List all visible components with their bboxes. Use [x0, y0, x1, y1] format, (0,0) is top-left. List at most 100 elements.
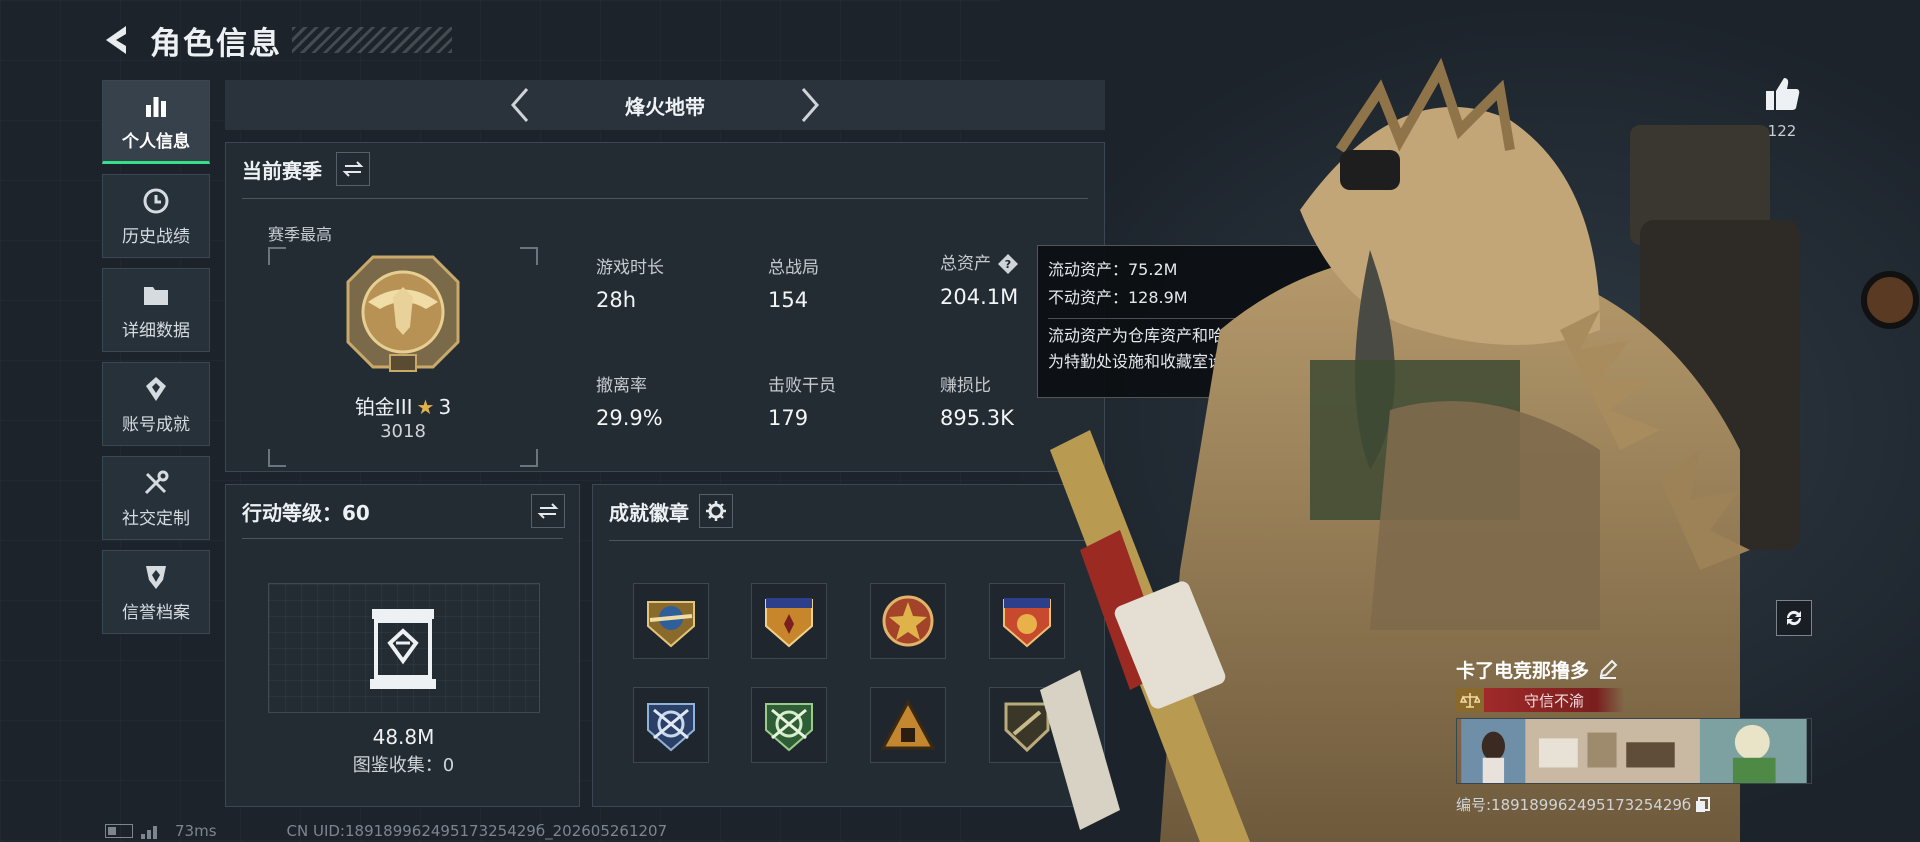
ping-value: 73ms	[175, 822, 217, 840]
divider	[609, 540, 1088, 541]
sidebar-item-label: 社交定制	[122, 508, 190, 529]
season-peak-label: 赛季最高	[268, 225, 333, 244]
stat-value: 29.9%	[596, 406, 663, 430]
action-level-panel: 行动等级：60 48.8M 图鉴收集：0	[225, 484, 580, 807]
stat-label: 总战局	[768, 258, 819, 278]
divider	[242, 538, 563, 539]
sidebar: 个人信息 历史战绩 详细数据 账号成就 社交定制 信誉档案	[102, 80, 210, 644]
title-decoration	[292, 27, 452, 53]
rank-name-line: 铂金III ★ 3	[268, 391, 538, 420]
stat-label: 总资产?	[940, 249, 1019, 275]
stat-label: 赚损比	[940, 376, 991, 396]
back-icon[interactable]	[100, 22, 136, 58]
help-icon[interactable]: ?	[997, 253, 1019, 275]
stat-total-matches: 总战局 154	[768, 253, 819, 312]
copy-icon[interactable]	[1695, 796, 1711, 813]
sidebar-item-label: 历史战绩	[122, 226, 190, 247]
switch-icon	[342, 161, 364, 177]
collection-count: 图鉴收集：0	[352, 755, 455, 776]
badges-panel-header: 成就徽章	[609, 493, 733, 529]
edit-icon[interactable]	[1597, 658, 1619, 680]
switch-icon	[537, 503, 559, 519]
clock-icon	[143, 188, 169, 213]
thumbs-up-icon	[1766, 78, 1800, 110]
stat-label: 击败干员	[768, 376, 836, 396]
like-count: 122	[1767, 122, 1797, 140]
season-title: 当前赛季	[242, 158, 322, 183]
badges-settings-button[interactable]	[699, 494, 733, 528]
badges-title: 成就徽章	[609, 500, 689, 525]
stat-play-time: 游戏时长 28h	[596, 253, 664, 312]
level-title: 行动等级：60	[242, 500, 370, 525]
level-switch-button[interactable]	[531, 494, 565, 528]
badge-7[interactable]	[870, 687, 946, 763]
player-profile-card: 卡了电竞那撸多 守信不渝 编号:18918996249517325429б	[1456, 654, 1816, 815]
shield-icon	[146, 565, 166, 589]
wing-badge-icon	[647, 601, 695, 648]
star-shield-badge-icon	[765, 598, 813, 648]
mode-selector: 烽火地带	[225, 80, 1105, 130]
rank-frame: 铂金III ★ 3 3018	[268, 247, 538, 467]
achievement-badges-panel: 成就徽章	[592, 484, 1105, 807]
badge-2[interactable]	[751, 583, 827, 659]
page-header: 角色信息	[100, 18, 452, 62]
tools-icon	[144, 470, 169, 494]
chevron-right-icon[interactable]	[795, 85, 825, 125]
sidebar-item-social-custom[interactable]: 社交定制	[102, 456, 210, 540]
sidebar-item-label: 账号成就	[122, 414, 190, 435]
player-uid-row: 编号:18918996249517325429б	[1456, 794, 1816, 815]
battery-icon	[105, 824, 133, 838]
sidebar-item-credit-record[interactable]: 信誉档案	[102, 550, 210, 634]
player-uid: 编号:18918996249517325429б	[1456, 796, 1692, 814]
sidebar-item-label: 信誉档案	[122, 602, 190, 623]
season-switch-button[interactable]	[336, 152, 370, 186]
sidebar-item-label: 详细数据	[122, 320, 190, 341]
badge-5[interactable]	[633, 687, 709, 763]
crossed-blades-blue-badge-icon	[647, 703, 695, 752]
player-name: 卡了电竞那撸多	[1456, 659, 1590, 682]
reputation-label: 守信不渝	[1484, 688, 1624, 712]
page-title: 角色信息	[150, 25, 282, 62]
stat-label: 撤离率	[596, 376, 647, 396]
stat-total-assets: 总资产? 204.1M	[940, 249, 1019, 309]
achievement-icon	[146, 376, 166, 401]
triangle-badge-icon	[880, 698, 936, 750]
rotate-model-button[interactable]	[1776, 600, 1812, 636]
chevron-left-icon[interactable]	[505, 85, 535, 125]
footer-uid: CN UID:18918996249517325429б_20260526120…	[286, 822, 668, 840]
stat-value: 204.1M	[940, 285, 1019, 309]
level-panel-header: 行动等级：60	[242, 493, 565, 529]
gear-icon	[706, 501, 726, 521]
reputation-row: 守信不渝	[1456, 688, 1816, 712]
stat-value: 179	[768, 406, 809, 430]
like-button[interactable]: 122	[1760, 74, 1804, 140]
stat-value: 895.3K	[940, 406, 1014, 430]
folder-icon	[144, 286, 168, 305]
crossed-blades-green-badge-icon	[765, 703, 813, 752]
sidebar-item-achievements[interactable]: 账号成就	[102, 362, 210, 446]
scale-icon	[1456, 688, 1484, 712]
rank-score: 3018	[380, 421, 426, 442]
sidebar-item-history[interactable]: 历史战绩	[102, 174, 210, 258]
divider	[242, 198, 1088, 199]
stat-label: 游戏时长	[596, 258, 664, 278]
stat-profit-ratio: 赚损比 895.3K	[940, 371, 1014, 430]
display-case-icon	[370, 609, 436, 689]
stat-kills: 击败干员 179	[768, 371, 836, 430]
bar-chart-icon	[146, 96, 166, 117]
collection-value: 48.8M	[372, 725, 435, 749]
status-footer: 73ms CN UID:18918996249517325429б_202605…	[105, 822, 667, 840]
svg-text:?: ?	[1005, 258, 1011, 271]
profile-banner-image[interactable]	[1456, 718, 1812, 784]
mode-name: 烽火地带	[625, 94, 705, 119]
sidebar-item-label: 个人信息	[122, 131, 190, 152]
badge-3[interactable]	[870, 583, 946, 659]
badge-6[interactable]	[751, 687, 827, 763]
sidebar-item-personal-info[interactable]: 个人信息	[102, 80, 210, 164]
player-name-row: 卡了电竞那撸多	[1456, 654, 1816, 684]
stat-label-text: 总资产	[940, 254, 991, 274]
rotate-icon	[1786, 610, 1802, 626]
stat-extraction-rate: 撤离率 29.9%	[596, 371, 663, 430]
sidebar-item-detailed-data[interactable]: 详细数据	[102, 268, 210, 352]
badge-1[interactable]	[633, 583, 709, 659]
